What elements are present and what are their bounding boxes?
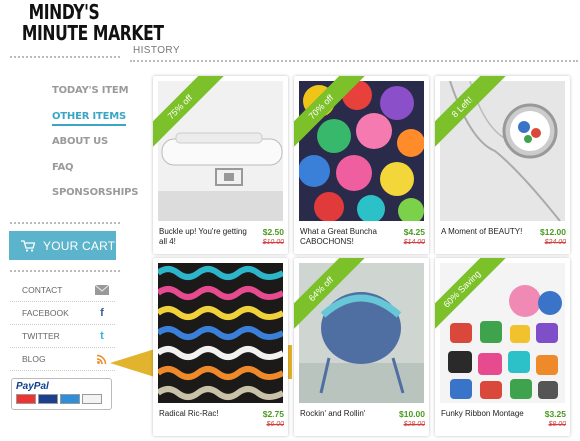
product-card[interactable]: 60% Saving Funky Ribbon Montage $3.25 $8… [435,258,570,436]
divider [130,60,578,62]
product-card[interactable]: 75% off Buckle up! You're getting all 4!… [153,76,288,254]
mail-icon [95,284,109,296]
mastercard-icon [16,394,36,404]
product-price: $3.25 [544,409,566,419]
divider [10,56,120,58]
nav-item-sponsorships[interactable]: SPONSORSHIPS [52,186,138,212]
facebook-icon: f [100,307,104,319]
nav-item-other-items[interactable]: OTHER ITEMS [52,110,138,136]
original-price: $24.00 [544,239,566,246]
amex-icon [60,394,80,404]
rss-icon [95,353,109,365]
product-title: Radical Ric-Rac! [159,409,219,418]
divider [10,270,120,272]
paypal-badge: PayPal [11,378,112,410]
product-price: $4.25 [403,227,425,237]
product-price: $2.75 [262,409,284,419]
product-image [158,263,283,403]
product-title: A Moment of BEAUTY! [441,227,523,236]
card-logos [16,394,107,404]
divider [10,222,120,224]
social-links: CONTACT FACEBOOK f TWITTER t BLOG [10,279,115,371]
nav-item-todays-item[interactable]: TODAY'S ITEM [52,84,138,110]
logo-line-1: MINDY'S [28,0,100,24]
original-price: $8.00 [548,421,566,428]
facebook-link[interactable]: FACEBOOK f [10,302,115,325]
main-nav: TODAY'S ITEM OTHER ITEMS ABOUT US FAQ SP… [52,84,138,212]
product-title: Buckle up! You're getting all 4! [159,227,247,246]
product-card[interactable]: Radical Ric-Rac! $2.75 $6.00 [153,258,288,436]
section-title: HISTORY [133,45,180,56]
original-price: $14.00 [403,239,425,246]
original-price: $6.00 [266,421,284,428]
product-card[interactable]: 64% off Rockin' and Rollin' $10.00 $28.0… [294,258,429,436]
contact-link[interactable]: CONTACT [10,279,115,302]
cart-label: YOUR CART [43,238,116,253]
nav-item-faq[interactable]: FAQ [52,161,138,187]
discover-icon [82,394,102,404]
paypal-logo: PayPal [16,381,49,392]
blog-link[interactable]: BLOG [10,348,115,371]
original-price: $10.00 [262,239,284,246]
original-price: $28.00 [403,421,425,428]
product-price: $2.50 [262,227,284,237]
product-title: What a Great Buncha CABOCHONS! [300,227,377,246]
product-title: Funky Ribbon Montage [441,409,524,418]
product-card[interactable]: 8 Left! A Moment of BEAUTY! $12.00 $24.0… [435,76,570,254]
product-price: $10.00 [399,409,425,419]
product-card[interactable]: 70% off What a Great Buncha CABOCHONS! $… [294,76,429,254]
twitter-link[interactable]: TWITTER t [10,325,115,348]
product-price: $12.00 [540,227,566,237]
twitter-icon: t [100,330,104,342]
cart-icon [21,239,35,252]
logo-line-2: MINUTE MARKET [21,21,164,45]
site-logo[interactable]: MINDY'S MINUTE MARKET [10,0,164,45]
your-cart-button[interactable]: YOUR CART [9,231,116,260]
product-title: Rockin' and Rollin' [300,409,366,418]
visa-icon [38,394,58,404]
nav-item-about-us[interactable]: ABOUT US [52,135,138,161]
